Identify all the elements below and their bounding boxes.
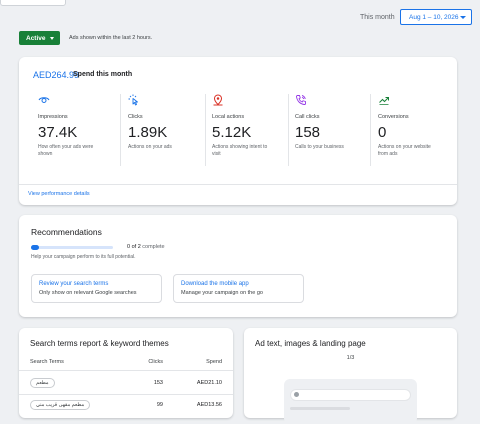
column-header-spend: Spend [206, 359, 222, 365]
metric-description: Calls to your business [295, 144, 344, 150]
click-icon [128, 94, 138, 106]
metric-label: Call clicks [295, 114, 320, 120]
metric-description: Actions on your website from ads [378, 144, 431, 157]
metric-description: Actions showing intent to visit [212, 144, 268, 157]
metric-divider [288, 94, 289, 166]
recommendation-download-app[interactable]: Download the mobile app Manage your camp… [173, 274, 304, 303]
metric-description: Actions on your ads [128, 144, 172, 150]
metric-value: 158 [295, 124, 321, 141]
recommendation-subtitle: Only show on relevant Google searches [39, 290, 137, 296]
column-header-clicks: Clicks [148, 359, 163, 365]
search-terms-title: Search terms report & keyword themes [30, 339, 169, 348]
status-label: Active [26, 34, 46, 42]
metric-divider [370, 94, 371, 166]
table-divider [19, 370, 233, 371]
top-cut-element[interactable] [0, 0, 66, 6]
progress-count: 0 of 2 [127, 244, 141, 250]
metric-description: How often your ads were shown [38, 144, 94, 157]
ad-preview-card: Ad text, images & landing page 1/3 [244, 328, 457, 424]
metric-clicks: Clicks 1.89K Actions on your ads [128, 94, 208, 150]
metric-label: Conversions [378, 114, 409, 120]
search-icon [294, 392, 299, 397]
metric-divider [120, 94, 121, 166]
spend-summary-card: AED264.99 Spend this month Impressions 3… [19, 57, 457, 205]
recommendations-progress-fill [31, 245, 40, 250]
chevron-down-icon [460, 16, 466, 19]
metric-label: Clicks [128, 114, 143, 120]
metric-value: 5.12K [212, 124, 252, 141]
recommendations-card: Recommendations 0 of 2 complete Help you… [19, 215, 457, 317]
metric-label: Local actions [212, 114, 245, 120]
search-term-chip[interactable]: مطعم [30, 378, 55, 388]
search-term-chip[interactable]: مطعم مقهى قريب مني [30, 400, 91, 410]
metric-call-clicks: Call clicks 158 Calls to your business [295, 94, 375, 150]
ad-preview-title: Ad text, images & landing page [255, 339, 366, 348]
spend-cell: AED13.56 [196, 402, 222, 408]
view-performance-link[interactable]: View performance details [28, 191, 90, 197]
metric-divider [205, 94, 206, 166]
ad-preview-search-bar [290, 389, 411, 401]
clicks-cell: 99 [156, 402, 163, 408]
campaign-status-button[interactable]: Active [19, 31, 60, 45]
recommendations-progress-bar [31, 246, 113, 249]
spend-label: Spend this month [73, 71, 133, 78]
location-pin-icon [213, 94, 223, 106]
recommendation-title: Download the mobile app [181, 281, 249, 287]
date-range-select[interactable]: Aug 1 – 10, 2026 [400, 9, 472, 25]
date-range-value: Aug 1 – 10, 2026 [409, 13, 459, 21]
ad-preview-frame[interactable] [284, 379, 417, 424]
search-terms-card: Search terms report & keyword themes Sea… [19, 328, 233, 418]
recommendation-subtitle: Manage your campaign on the go [181, 290, 263, 296]
recommendation-title: Review your search terms [39, 281, 109, 287]
progress-text: 0 of 2 complete [127, 244, 165, 250]
recommendations-title: Recommendations [31, 227, 102, 237]
trending-up-icon [379, 97, 389, 105]
phone-call-icon [296, 95, 306, 105]
table-divider [19, 394, 233, 395]
metric-local-actions: Local actions 5.12K Actions showing inte… [212, 94, 292, 157]
eye-icon [38, 97, 50, 103]
progress-suffix: complete [142, 244, 165, 250]
status-note: Ads shown within the last 2 hours. [69, 35, 153, 41]
clicks-cell: 153 [153, 380, 163, 386]
chevron-down-icon [50, 36, 54, 40]
metric-value: 1.89K [128, 124, 168, 141]
ad-preview-counter: 1/3 [346, 355, 355, 361]
column-header-search-terms: Search Terms [30, 359, 64, 365]
recommendation-review-search-terms[interactable]: Review your search terms Only show on re… [31, 274, 162, 303]
metric-conversions: Conversions 0 Actions on your website fr… [378, 94, 458, 157]
card-divider [19, 184, 457, 185]
metric-impressions: Impressions 37.4K How often your ads wer… [38, 94, 118, 157]
period-label: This month [360, 14, 395, 21]
metric-value: 37.4K [38, 124, 78, 141]
metric-label: Impressions [38, 114, 68, 120]
spend-cell: AED21.10 [196, 380, 222, 386]
metric-value: 0 [378, 124, 387, 141]
progress-caption: Help your campaign perform to its full p… [31, 254, 136, 260]
